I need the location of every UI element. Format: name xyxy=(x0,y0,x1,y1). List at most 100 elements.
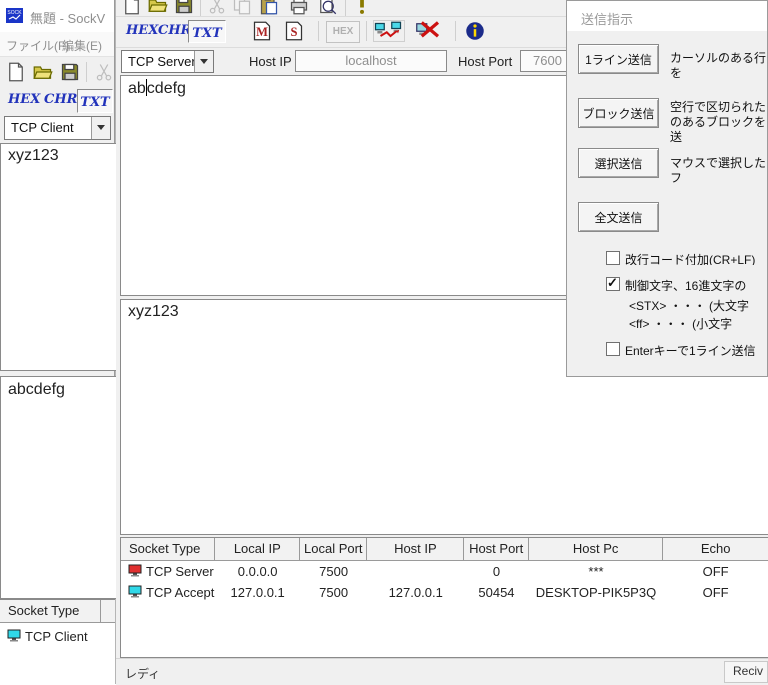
host-port-label: Host Port xyxy=(458,54,513,69)
row-host-pc: DESKTOP-PIK5P3Q xyxy=(535,585,657,600)
row-host-port: 50454 xyxy=(478,585,515,600)
new-file-icon[interactable] xyxy=(122,0,142,15)
open-file-icon[interactable] xyxy=(33,62,53,82)
socket-table-header: Socket Type Local IP Local Port Host IP … xyxy=(121,538,768,561)
save-file-icon[interactable] xyxy=(174,0,194,15)
paste-icon[interactable] xyxy=(259,0,279,15)
enter-key-checkbox-row: Enterキーで1ライン送信 xyxy=(606,342,767,356)
send-all-button[interactable]: 全文送信 xyxy=(578,202,659,232)
status-bar: レディ Reciv xyxy=(116,658,768,685)
row-host-ip: 127.0.0.1 xyxy=(388,585,443,600)
row-local-port: 7500 xyxy=(319,585,349,600)
crlf-checkbox-row: 改行コード付加(CR+LF) xyxy=(606,251,767,265)
row-local-ip: 127.0.0.1 xyxy=(230,585,285,600)
dialog-title: 送信指示 xyxy=(581,12,634,27)
menu-edit[interactable]: 編集(E) xyxy=(62,37,102,54)
host-ip-label: Host IP xyxy=(249,54,292,69)
print-preview-icon[interactable] xyxy=(317,0,337,15)
send-one-line-button[interactable]: 1ライン送信 xyxy=(578,44,659,74)
client-send-edit-area[interactable]: xyz123 xyxy=(0,143,116,371)
new-file-icon[interactable] xyxy=(6,62,26,82)
table-row[interactable]: TCP Accept 127.0.0.1 7500 127.0.0.1 5045… xyxy=(121,582,768,603)
combo-arrow-icon[interactable] xyxy=(194,51,213,72)
menu-file[interactable]: ファイル(F) xyxy=(6,37,69,54)
accept-monitor-icon xyxy=(128,585,142,601)
row-host-port: 0 xyxy=(492,564,501,579)
copy-icon xyxy=(232,0,252,15)
control-char-checkbox-row: 制御文字、16進文字の xyxy=(606,277,767,291)
svg-text:S: S xyxy=(291,25,298,39)
client-receive-edit-area[interactable]: abcdefg xyxy=(0,376,116,599)
tab-hex[interactable]: HEX xyxy=(126,23,158,38)
col-host-port[interactable]: Host Port xyxy=(464,538,529,560)
send-selection-button[interactable]: 選択送信 xyxy=(578,148,659,178)
crlf-checkbox[interactable] xyxy=(606,251,620,265)
server-monitor-icon xyxy=(128,564,142,580)
client-connection-row: TCP Client xyxy=(0,114,114,143)
tab-txt[interactable]: TXT xyxy=(80,95,109,110)
hex-send-button: HEX xyxy=(326,21,360,43)
send-block-desc: 空行で区切られた のあるブロックを送 xyxy=(670,100,767,144)
send-text-right: cdefg xyxy=(146,80,186,97)
client-socket-table: Socket Type TCP Client xyxy=(0,599,115,684)
status-receive-panel: Reciv xyxy=(724,661,768,683)
svg-text:M: M xyxy=(256,25,268,39)
table-row[interactable]: TCP Client xyxy=(0,626,115,647)
m-doc-icon[interactable]: M xyxy=(252,21,272,41)
tab-txt[interactable]: TXT xyxy=(192,26,221,41)
ff-hint: <ff> ・・・ (小文字 xyxy=(629,317,733,331)
cut-icon xyxy=(207,0,227,15)
send-one-line-desc: カーソルのある行を xyxy=(670,51,767,80)
connect-icon[interactable] xyxy=(373,20,405,42)
window-title: 無題 - SockV xyxy=(30,11,106,26)
row-socket-type: TCP Client xyxy=(25,629,88,644)
row-local-port: 7500 xyxy=(319,564,349,579)
save-file-icon[interactable] xyxy=(60,62,80,82)
enter-key-checkbox-label: Enterキーで1ライン送信 xyxy=(625,344,756,356)
row-host-pc: *** xyxy=(588,564,604,579)
crlf-checkbox-label: 改行コード付加(CR+LF) xyxy=(625,253,756,265)
about-icon[interactable] xyxy=(352,0,372,15)
table-row[interactable]: TCP Server 0.0.0.0 7500 0 *** OFF xyxy=(121,561,768,582)
col-host-pc[interactable]: Host Pc xyxy=(529,538,664,560)
col-echo[interactable]: Echo xyxy=(663,538,768,560)
col-local-ip[interactable]: Local IP xyxy=(215,538,301,560)
client-send-text: xyz123 xyxy=(8,147,59,164)
col-host-ip[interactable]: Host IP xyxy=(367,538,465,560)
row-socket-type: TCP Server xyxy=(146,564,214,579)
open-file-icon[interactable] xyxy=(148,0,168,15)
client-receive-text: abcdefg xyxy=(8,381,65,398)
send-block-button[interactable]: ブロック送信 xyxy=(578,98,659,128)
disconnect-icon[interactable] xyxy=(413,20,447,40)
socket-type-combo[interactable]: TCP Server xyxy=(121,50,214,73)
dialog-title-bar[interactable]: 送信指示 xyxy=(567,1,767,31)
client-monitor-icon xyxy=(7,629,21,645)
row-local-ip: 0.0.0.0 xyxy=(237,564,278,579)
s-doc-icon[interactable]: S xyxy=(284,21,304,41)
socket-type-value: TCP Server xyxy=(128,54,196,69)
tab-chr[interactable]: CHR xyxy=(44,92,77,107)
app-icon: SOCK xyxy=(6,8,23,23)
socket-type-value: TCP Client xyxy=(11,120,74,135)
status-text: レディ xyxy=(125,667,161,681)
col-socket-type[interactable]: Socket Type xyxy=(0,600,101,622)
row-echo: OFF xyxy=(702,585,729,600)
tab-hex[interactable]: HEX xyxy=(8,92,40,107)
tab-chr[interactable]: CHR xyxy=(158,23,191,38)
host-ip-field[interactable]: localhost xyxy=(295,50,447,72)
combo-arrow-icon[interactable] xyxy=(91,117,110,139)
stx-hint: <STX> ・・・ (大文字 xyxy=(629,299,750,313)
client-window: SOCK 無題 - SockV ファイル(F) 編集(E) HEX CHR TX… xyxy=(0,0,116,684)
col-socket-type[interactable]: Socket Type xyxy=(121,538,216,560)
control-char-checkbox[interactable] xyxy=(606,277,620,291)
socket-type-combo[interactable]: TCP Client xyxy=(4,116,111,140)
title-bar[interactable]: SOCK 無題 - SockV xyxy=(0,0,114,32)
row-echo: OFF xyxy=(702,564,729,579)
col-local-port[interactable]: Local Port xyxy=(300,538,368,560)
enter-key-checkbox[interactable] xyxy=(606,342,620,356)
print-icon[interactable] xyxy=(289,0,309,15)
menu-bar: ファイル(F) 編集(E) xyxy=(0,32,114,56)
info-icon[interactable] xyxy=(465,21,485,41)
client-toolbar xyxy=(0,56,114,89)
send-text-left: ab xyxy=(128,80,146,97)
